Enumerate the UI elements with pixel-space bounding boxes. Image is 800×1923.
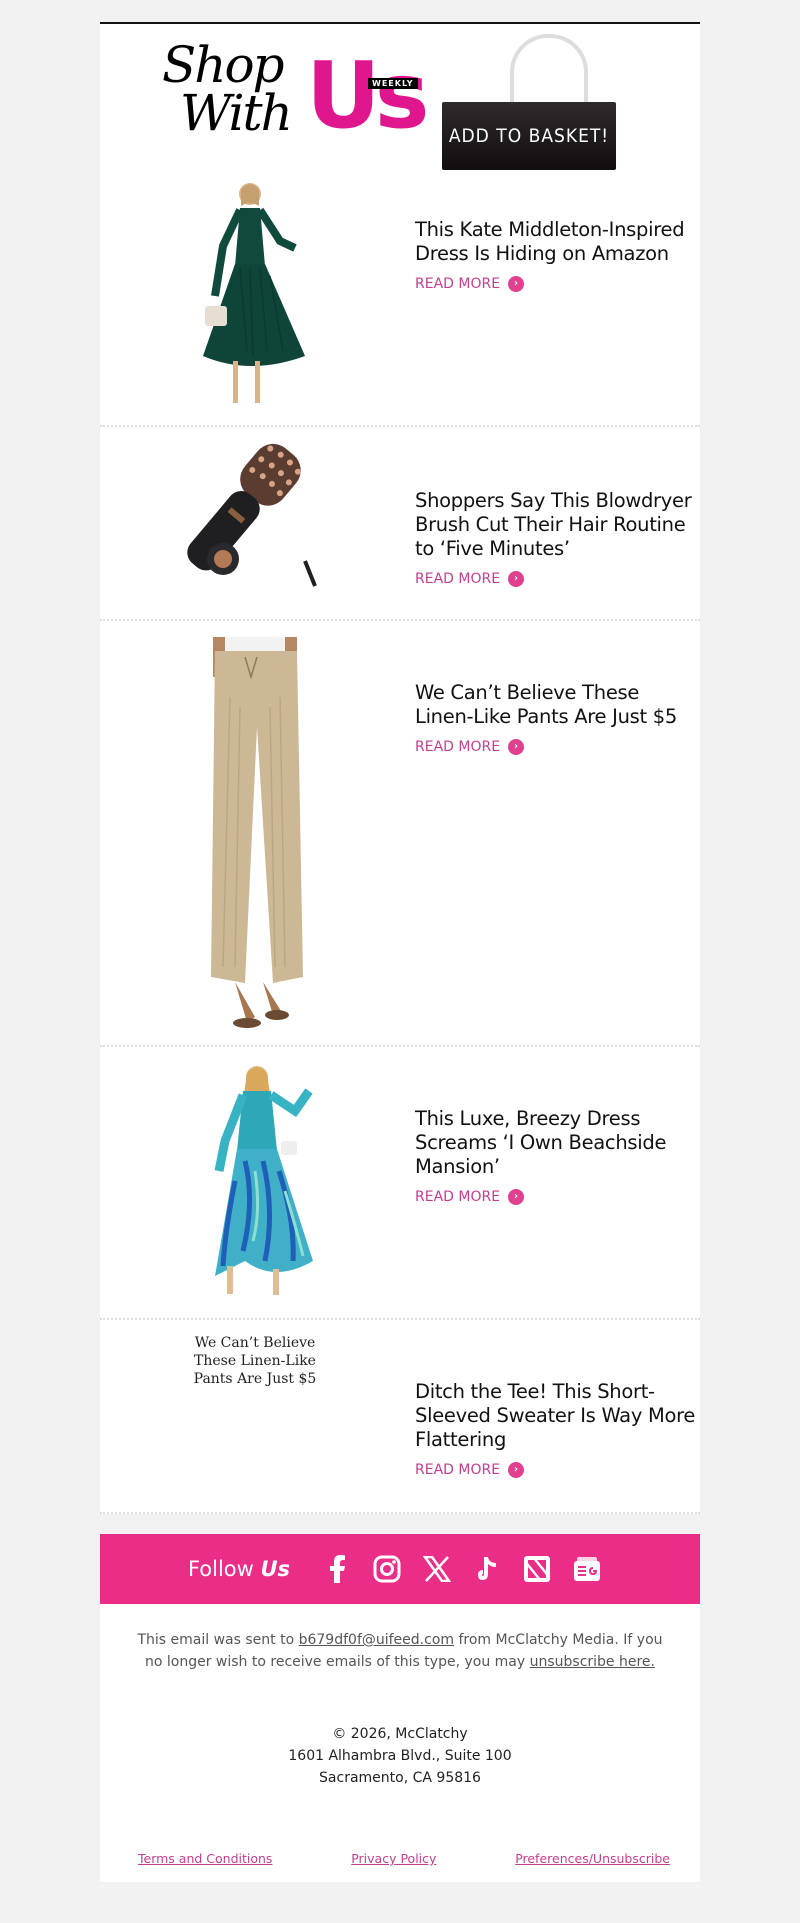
blue-print-dress-image — [214, 1066, 313, 1295]
bag-body: ADD TO BASKET! — [442, 102, 616, 170]
chevron-right-icon: › — [508, 571, 525, 587]
read-more-label: READ MORE — [415, 1189, 501, 1205]
read-more-label: READ MORE — [415, 571, 501, 587]
follow-text: Follow — [187, 1557, 254, 1581]
article-info: This Kate Middleton-Inspired Dress Is Hi… — [415, 218, 697, 292]
footer-links: Terms and Conditions Privacy Policy Pref… — [100, 1789, 700, 1882]
article-image[interactable] — [185, 1061, 325, 1301]
unsubscribe-link[interactable]: unsubscribe here. — [530, 1654, 655, 1670]
article-image[interactable] — [185, 637, 325, 1029]
bag-handle — [510, 34, 588, 104]
article-item: This Luxe, Breezy Dress Screams ‘I Own B… — [100, 1047, 700, 1320]
top-rule — [100, 0, 700, 24]
article-image[interactable] — [185, 176, 325, 412]
chevron-right-icon: › — [508, 276, 525, 292]
article-item: We Can’t Believe These Linen-Like Pants … — [100, 621, 700, 1047]
read-more-link[interactable]: READ MORE › — [415, 1189, 697, 1205]
logo-us-text: Us — [306, 42, 429, 149]
blowdryer-brush-image — [187, 443, 317, 587]
facebook-icon[interactable] — [322, 1554, 352, 1584]
follow-us-label: Follow Us — [188, 1557, 290, 1581]
article-title[interactable]: We Can’t Believe These Linen-Like Pants … — [415, 681, 697, 729]
address-line-1: 1601 Alhambra Blvd., Suite 100 — [288, 1748, 512, 1764]
article-image[interactable]: We Can’t Believe These Linen-Like Pants … — [185, 1334, 325, 1394]
basket-label: ADD TO BASKET! — [448, 125, 610, 147]
article-image[interactable] — [185, 441, 325, 591]
read-more-link[interactable]: READ MORE › — [415, 1462, 697, 1478]
logo-with-text: With — [180, 84, 293, 142]
article-item: We Can’t Believe These Linen-Like Pants … — [100, 1320, 700, 1514]
instagram-icon[interactable] — [372, 1554, 402, 1584]
green-dress-image — [203, 183, 305, 403]
linen-pants-image — [211, 637, 303, 1028]
logo-weekly-badge: WEEKLY — [368, 78, 418, 89]
shopping-bag-graphic[interactable]: ADD TO BASKET! — [442, 34, 618, 172]
email-container: Shop With Us WEEKLY ADD TO BASKET! This … — [100, 0, 700, 1882]
article-info: This Luxe, Breezy Dress Screams ‘I Own B… — [415, 1107, 697, 1205]
article-info: Ditch the Tee! This Short-Sleeved Sweate… — [415, 1380, 697, 1478]
broken-image-alt-text: We Can’t Believe These Linen-Like Pants … — [193, 1335, 317, 1387]
email-header: Shop With Us WEEKLY ADD TO BASKET! — [100, 24, 700, 170]
apple-news-icon[interactable] — [522, 1554, 552, 1584]
tiktok-icon[interactable] — [472, 1554, 502, 1584]
preferences-unsubscribe-link[interactable]: Preferences/Unsubscribe — [515, 1851, 670, 1866]
chevron-right-icon: › — [508, 1189, 525, 1205]
follow-us-em: Us — [260, 1557, 291, 1581]
recipient-email-link[interactable]: b679df0f@uifeed.com — [299, 1632, 454, 1648]
x-icon[interactable] — [422, 1554, 452, 1584]
terms-link[interactable]: Terms and Conditions — [138, 1851, 272, 1866]
article-item: This Kate Middleton-Inspired Dress Is Hi… — [100, 170, 700, 427]
read-more-link[interactable]: READ MORE › — [415, 739, 697, 755]
read-more-label: READ MORE — [415, 739, 501, 755]
copyright-text: © 2026, McClatchy — [332, 1726, 468, 1742]
article-title[interactable]: Shoppers Say This Blowdryer Brush Cut Th… — [415, 489, 697, 561]
article-title[interactable]: This Luxe, Breezy Dress Screams ‘I Own B… — [415, 1107, 697, 1179]
article-info: We Can’t Believe These Linen-Like Pants … — [415, 681, 697, 755]
follow-us-bar: Follow Us — [100, 1534, 700, 1604]
read-more-label: READ MORE — [415, 276, 501, 292]
article-title[interactable]: Ditch the Tee! This Short-Sleeved Sweate… — [415, 1380, 697, 1452]
article-item: Shoppers Say This Blowdryer Brush Cut Th… — [100, 427, 700, 621]
sent-notice: This email was sent to b679df0f@uifeed.c… — [100, 1604, 700, 1673]
company-address: © 2026, McClatchy 1601 Alhambra Blvd., S… — [100, 1673, 700, 1789]
read-more-label: READ MORE — [415, 1462, 501, 1478]
google-news-icon[interactable] — [572, 1554, 602, 1584]
chevron-right-icon: › — [508, 739, 525, 755]
sent-prefix: This email was sent to — [137, 1632, 295, 1648]
email-footer: This email was sent to b679df0f@uifeed.c… — [100, 1604, 700, 1882]
read-more-link[interactable]: READ MORE › — [415, 276, 697, 292]
article-title[interactable]: This Kate Middleton-Inspired Dress Is Hi… — [415, 218, 697, 266]
chevron-right-icon: › — [508, 1462, 525, 1478]
privacy-policy-link[interactable]: Privacy Policy — [351, 1851, 436, 1866]
shop-with-us-logo[interactable]: Shop With Us WEEKLY — [162, 38, 429, 149]
read-more-link[interactable]: READ MORE › — [415, 571, 697, 587]
article-info: Shoppers Say This Blowdryer Brush Cut Th… — [415, 489, 697, 587]
address-line-2: Sacramento, CA 95816 — [319, 1770, 481, 1786]
